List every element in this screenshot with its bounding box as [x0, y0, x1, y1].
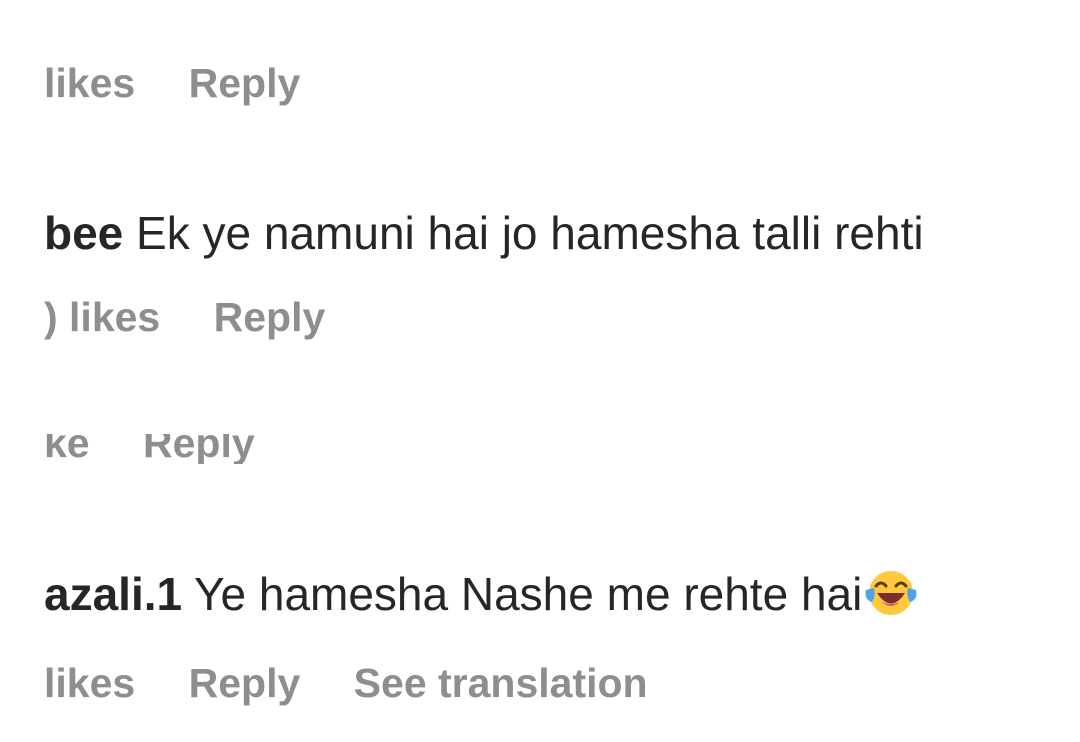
comment-row: bee Ek ye namuni hai jo hamesha talli re… — [44, 206, 924, 260]
likes-count[interactable]: ke — [44, 434, 90, 464]
comment-text: Ek ye namuni hai jo hamesha talli rehti — [136, 207, 924, 259]
comment-row: azali.1 Ye hamesha Nashe me rehte hai — [44, 566, 918, 621]
comment-meta-row: likes Reply See translation — [44, 660, 648, 707]
likes-count[interactable]: likes — [44, 660, 135, 707]
reply-button[interactable]: Reply — [189, 660, 301, 707]
comment-username[interactable]: bee — [44, 207, 123, 259]
comment-meta-row: ) likes Reply — [44, 294, 325, 341]
comment-text: Ye hamesha Nashe me rehte hai — [194, 568, 863, 620]
face-with-tears-of-joy-icon — [864, 566, 918, 620]
reply-button[interactable]: Reply — [143, 434, 255, 464]
likes-count[interactable]: ) likes — [44, 294, 160, 341]
comment-meta-row: likes Reply — [44, 60, 300, 107]
see-translation-button[interactable]: See translation — [354, 660, 648, 707]
reply-button[interactable]: Reply — [214, 294, 326, 341]
comment-username[interactable]: azali.1 — [44, 568, 182, 620]
likes-count[interactable]: likes — [44, 60, 135, 107]
comment-meta-row-clipped: ke Reply — [44, 434, 444, 464]
reply-button[interactable]: Reply — [189, 60, 301, 107]
